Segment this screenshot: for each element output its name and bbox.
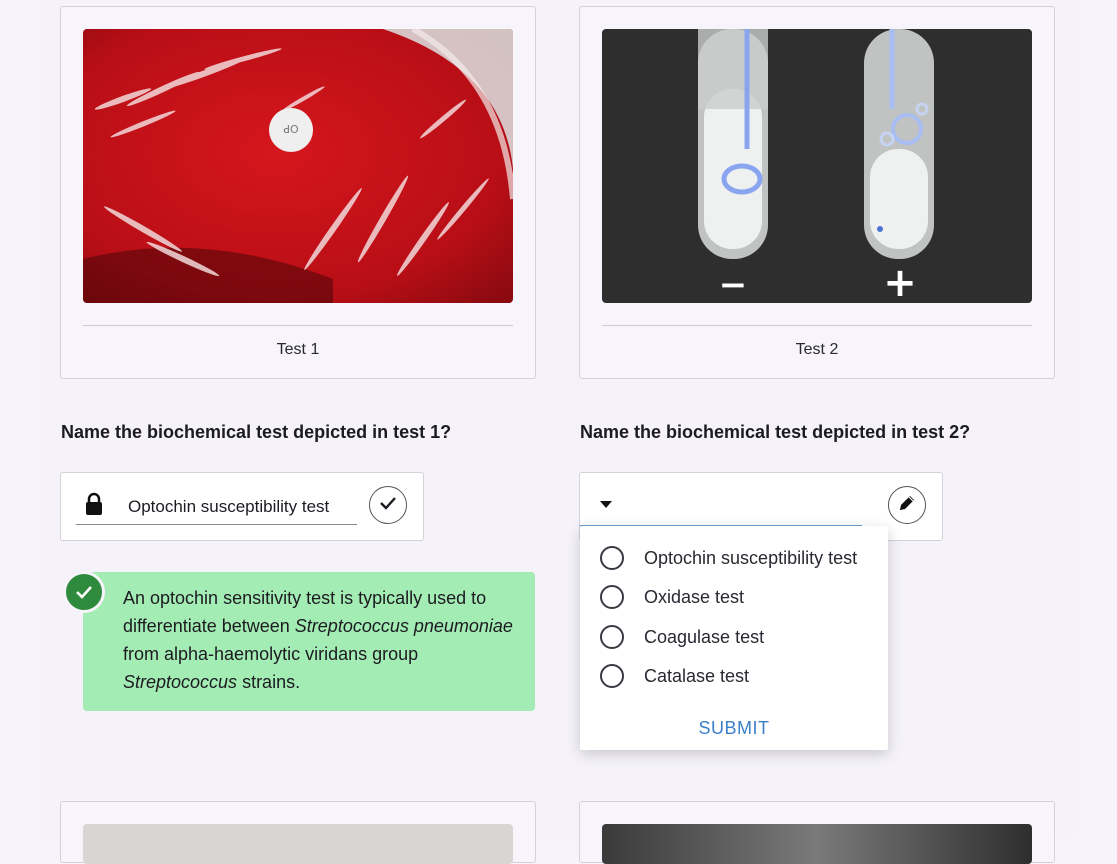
- feedback-genus: Streptococcus: [123, 672, 238, 692]
- answer2-select[interactable]: [580, 473, 862, 527]
- feedback-species: Streptococcus pneumoniae: [294, 616, 513, 636]
- card-divider: [83, 325, 513, 326]
- correct-badge-icon: [63, 571, 105, 613]
- option-oxidase[interactable]: Oxidase test: [600, 582, 744, 612]
- answer2-edit-button[interactable]: [888, 486, 926, 524]
- test2-card: − + Test 2: [579, 6, 1055, 379]
- option-label: Catalase test: [644, 665, 750, 686]
- test2-caption: Test 2: [795, 341, 839, 358]
- feedback-text: An optochin sensitivity test is typicall…: [123, 584, 523, 696]
- option-coagulase[interactable]: Coagulase test: [600, 622, 764, 652]
- option-label: Optochin susceptibility test: [644, 547, 858, 568]
- pencil-icon: [897, 493, 917, 518]
- option-label: Coagulase test: [644, 626, 765, 647]
- radio-unselected-icon[interactable]: [600, 585, 624, 609]
- test2-image: − +: [602, 29, 1032, 303]
- test3-card: [60, 801, 536, 864]
- answer2-dropdown-menu: Optochin susceptibility test Oxidase tes…: [580, 526, 888, 750]
- card-divider: [602, 325, 1032, 326]
- feedback-text-part2: from alpha-haemolytic viridans group: [123, 644, 419, 664]
- feedback-text-part3: strains.: [237, 672, 301, 692]
- test4-card: [579, 801, 1055, 864]
- answer1-value: Optochin susceptibility test: [128, 497, 330, 516]
- caret-down-icon: [600, 501, 612, 508]
- feedback-correct: An optochin sensitivity test is typicall…: [83, 572, 535, 711]
- radio-unselected-icon[interactable]: [600, 664, 624, 688]
- antibiotic-disc-label: OP: [283, 122, 299, 135]
- submit-button[interactable]: SUBMIT: [580, 718, 888, 739]
- option-catalase[interactable]: Catalase test: [600, 661, 749, 691]
- test3-image: [83, 824, 513, 864]
- test1-caption: Test 1: [276, 341, 320, 358]
- question-1: Name the biochemical test depicted in te…: [61, 422, 452, 442]
- answer1-box: Optochin susceptibility test: [60, 472, 424, 541]
- test4-image: [602, 824, 1032, 864]
- radio-unselected-icon[interactable]: [600, 625, 624, 649]
- negative-label: −: [719, 265, 748, 303]
- check-icon: [379, 496, 397, 515]
- radio-unselected-icon[interactable]: [600, 546, 624, 570]
- positive-label: +: [883, 260, 917, 303]
- blood-agar-plate-image: OP: [83, 29, 513, 303]
- option-label: Oxidase test: [644, 586, 745, 607]
- tubes-image: − +: [602, 29, 1032, 303]
- answer1-submitted-button: [369, 486, 407, 524]
- test1-image: OP: [83, 29, 513, 303]
- answer1-field: Optochin susceptibility test: [76, 489, 357, 525]
- question-2: Name the biochemical test depicted in te…: [580, 422, 971, 442]
- test1-card: OP Test 1: [60, 6, 536, 379]
- option-optochin[interactable]: Optochin susceptibility test: [600, 543, 857, 573]
